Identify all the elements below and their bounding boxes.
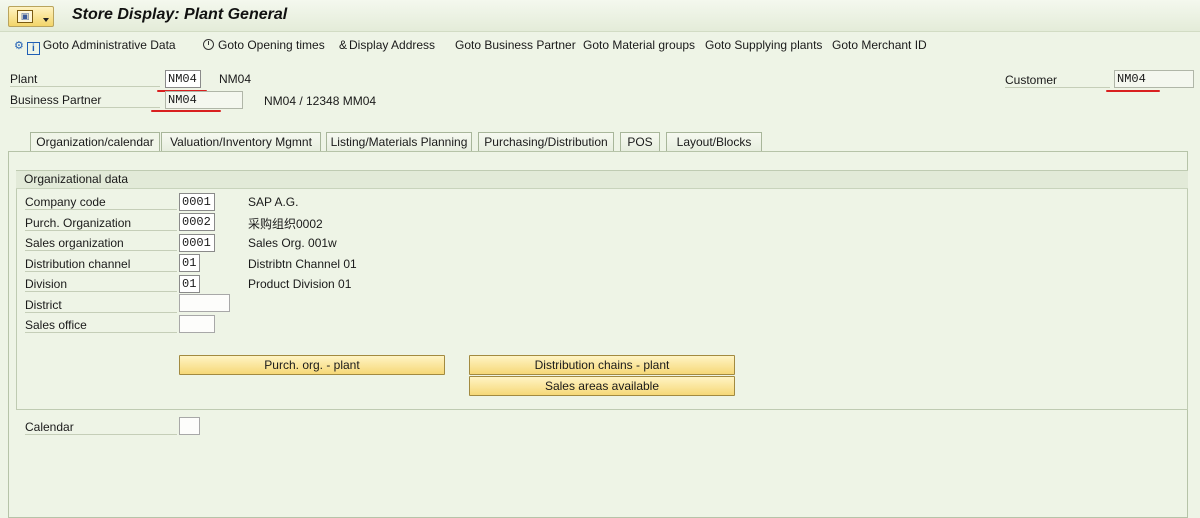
tab-organization-calendar[interactable]: Organization/calendar: [30, 132, 160, 153]
info-icon: i: [26, 42, 40, 55]
sales-office-field[interactable]: [179, 315, 215, 333]
company-code-field[interactable]: 0001: [179, 193, 215, 211]
district-label: District: [25, 298, 177, 313]
district-field[interactable]: [179, 294, 230, 312]
application-toolbar: ⚙ i Goto Administrative Data Goto Opening …: [0, 34, 1200, 58]
tab-layout-blocks[interactable]: Layout/Blocks: [666, 132, 762, 152]
company-code-description: SAP A.G.: [248, 195, 299, 209]
tab-purchasing-distribution[interactable]: Purchasing/Distribution: [478, 132, 614, 152]
distribution-chains-plant-button[interactable]: Distribution chains - plant: [469, 355, 735, 375]
red-annotation-underline: [151, 110, 221, 112]
sales-organization-description: Sales Org. 001w: [248, 236, 337, 250]
purch-organization-field[interactable]: 0002: [179, 213, 215, 231]
sales-areas-available-button[interactable]: Sales areas available: [469, 376, 735, 396]
company-code-label: Company code: [25, 195, 177, 210]
division-description: Product Division 01: [248, 277, 352, 291]
purch-organization-label: Purch. Organization: [25, 216, 177, 231]
settings-icon: ⚙: [14, 40, 24, 52]
sales-office-label: Sales office: [25, 318, 177, 333]
organizational-data-title: Organizational data: [16, 171, 1188, 189]
sales-organization-field[interactable]: 0001: [179, 234, 215, 252]
sales-organization-label: Sales organization: [25, 236, 177, 251]
tab-listing-materials-planning[interactable]: Listing/Materials Planning: [326, 132, 472, 152]
division-field[interactable]: 01: [179, 275, 200, 293]
goto-business-partner-button[interactable]: Goto Business Partner: [455, 38, 576, 52]
distribution-channel-field[interactable]: 01: [179, 254, 200, 272]
purch-org-plant-button[interactable]: Purch. org. - plant: [179, 355, 445, 375]
distribution-channel-label: Distribution channel: [25, 257, 177, 272]
chevron-down-icon: [43, 18, 49, 22]
system-menu-button[interactable]: ▣: [8, 6, 54, 27]
purch-organization-description: 采购组织0002: [248, 217, 323, 231]
customer-label: Customer: [1005, 73, 1110, 88]
goto-merchant-id-button[interactable]: Goto Merchant ID: [832, 38, 927, 52]
business-partner-description: NM04 / 12348 MM04: [264, 94, 377, 108]
tab-pos[interactable]: POS: [620, 132, 660, 152]
tab-valuation-inventory[interactable]: Valuation/Inventory Mgmnt: [161, 132, 321, 152]
plant-description: NM04: [219, 72, 252, 86]
calendar-label: Calendar: [25, 420, 177, 435]
customer-field[interactable]: NM04: [1114, 70, 1194, 88]
business-partner-label: Business Partner: [10, 93, 160, 108]
plant-label: Plant: [10, 72, 160, 87]
goto-admin-data-button[interactable]: ⚙ i Goto Administrative Data: [14, 38, 176, 55]
plant-field[interactable]: NM04: [165, 70, 201, 88]
clock-icon: [203, 39, 214, 50]
glasses-icon: &: [339, 38, 348, 52]
menu-icon: ▣: [17, 10, 33, 23]
title-bar: ▣ Store Display: Plant General: [0, 0, 1200, 32]
calendar-field[interactable]: [179, 417, 200, 435]
division-label: Division: [25, 277, 177, 292]
goto-opening-times-button[interactable]: Goto Opening times: [203, 38, 325, 52]
display-address-button[interactable]: & Display Address: [339, 38, 435, 52]
distribution-channel-description: Distribtn Channel 01: [248, 257, 357, 271]
page-title: Store Display: Plant General: [72, 6, 288, 23]
goto-material-groups-button[interactable]: Goto Material groups: [583, 38, 695, 52]
goto-supplying-plants-button[interactable]: Goto Supplying plants: [705, 38, 822, 52]
business-partner-field[interactable]: NM04: [165, 91, 243, 109]
red-annotation-underline: [1106, 90, 1160, 92]
